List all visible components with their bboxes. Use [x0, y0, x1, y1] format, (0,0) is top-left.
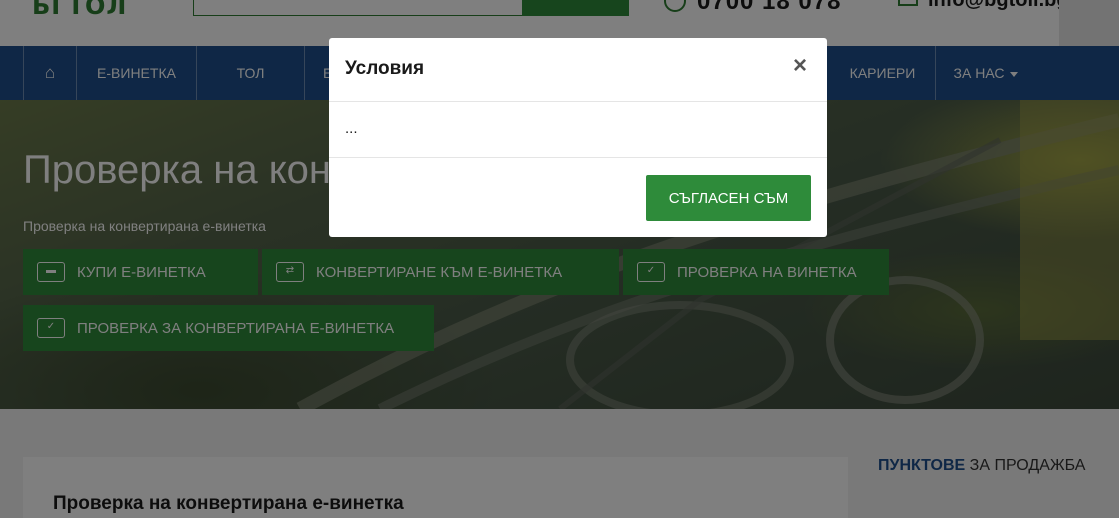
agree-button[interactable]: СЪГЛАСЕН СЪМ: [646, 175, 811, 221]
close-icon[interactable]: ×: [793, 52, 807, 80]
modal-header: Условия ×: [329, 38, 827, 102]
modal-title: Условия: [345, 58, 425, 79]
modal-body-text: ...: [345, 120, 358, 137]
terms-modal: Условия × ... СЪГЛАСЕН СЪМ: [329, 38, 827, 237]
modal-body: ...: [329, 102, 827, 158]
